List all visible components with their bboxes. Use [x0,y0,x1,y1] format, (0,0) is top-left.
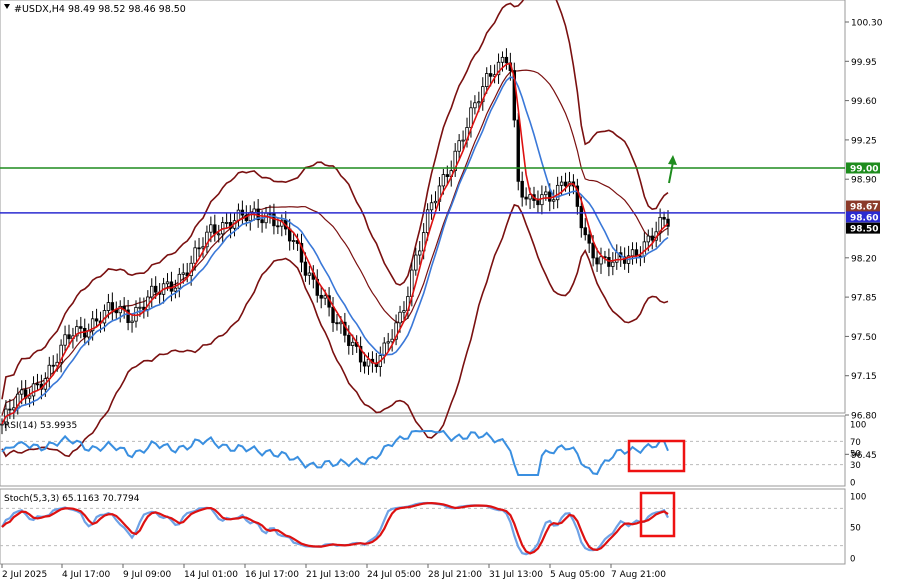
price-tick-label: 98.20 [851,254,877,264]
ohlc-label: 98.49 98.52 98.46 98.50 [68,4,186,15]
price-tick-label: 97.15 [851,372,877,382]
price-tag-label: 99.00 [850,164,878,174]
time-tick-label: 5 Aug 05:00 [550,570,605,580]
stoch-tick-label: 100 [850,493,866,503]
price-tick-label: 99.25 [851,136,877,146]
price-tag: 98.60 [846,211,880,223]
symbol-label: #USDX,H4 [14,4,65,15]
price-tick-label: 98.90 [851,176,877,186]
stoch-tick-label: 0 [850,555,855,565]
rsi-tick-label: 30 [850,461,861,471]
price-tick-label: 100.30 [851,19,883,29]
time-tick-label: 21 Jul 13:00 [306,570,360,580]
price-tick-label: 99.60 [851,97,877,107]
stoch-label: Stoch(5,3,3) 65.1163 70.7794 [4,494,140,504]
rsi-label: RSI(14) 53.9935 [4,421,77,431]
time-tick-label: 9 Jul 09:00 [123,570,172,580]
time-tick-label: 2 Jul 2025 [2,570,47,580]
time-tick-label: 16 Jul 17:00 [245,570,299,580]
price-tick-label: 99.95 [851,58,877,68]
rsi-tick-label: 50 [850,450,861,460]
time-tick-label: 24 Jul 05:00 [367,570,421,580]
price-tag-label: 98.67 [850,203,878,213]
price-tag: 99.00 [846,162,880,174]
price-tick-label: 97.85 [851,294,877,304]
price-tag-label: 98.50 [850,225,878,235]
time-tick-label: 7 Aug 21:00 [611,570,666,580]
rsi-tick-label: 0 [850,479,855,489]
time-tick-label: 31 Jul 13:00 [489,570,543,580]
stoch-tick-label: 50 [850,524,861,534]
price-tick-label: 97.50 [851,333,877,343]
chart-header: #USDX,H4 98.49 98.52 98.46 98.50 [4,4,186,15]
price-tag-label: 98.60 [850,213,878,223]
time-tick-label: 28 Jul 21:00 [428,570,482,580]
price-tag: 98.67 [846,200,880,213]
rsi-tick-label: 100 [850,421,866,431]
price-bar [516,113,520,191]
price-tag: 98.50 [846,222,880,235]
rsi-tick-label: 70 [850,438,861,448]
chart-root: #USDX,H4 98.49 98.52 98.46 98.50 100.30 9… [0,0,900,585]
time-tick-label: 14 Jul 01:00 [184,570,238,580]
time-tick-label: 4 Jul 17:00 [62,570,111,580]
